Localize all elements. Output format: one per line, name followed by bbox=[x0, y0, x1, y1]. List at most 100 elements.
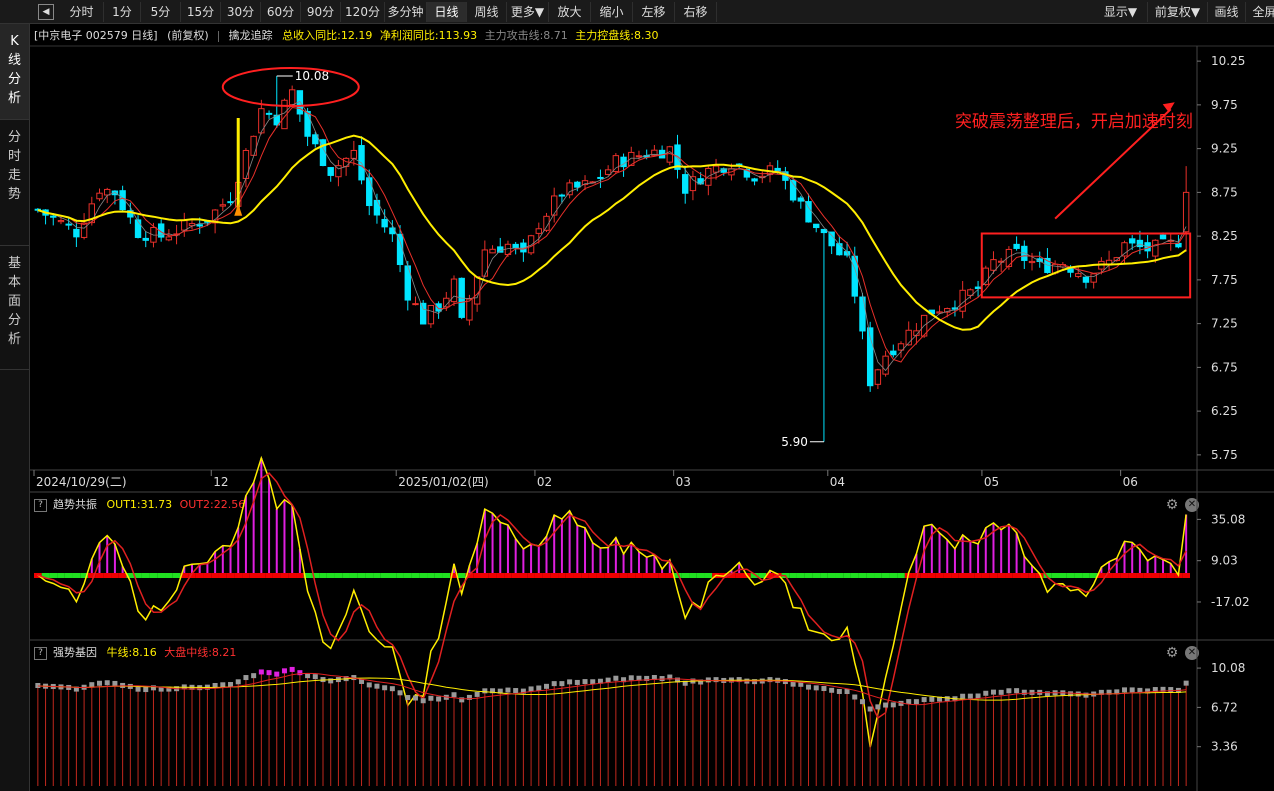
osc-state-cell bbox=[542, 573, 551, 578]
osc-state-cell bbox=[642, 573, 651, 578]
candle-body bbox=[173, 233, 180, 236]
toolbar-button-0[interactable]: 分时 bbox=[60, 2, 104, 22]
gene-marker bbox=[1091, 691, 1097, 697]
indicator-name[interactable]: 擒龙追踪 bbox=[229, 29, 273, 42]
help-icon[interactable]: ? bbox=[34, 498, 47, 512]
osc-state-cell bbox=[1058, 573, 1067, 578]
gene-marker bbox=[312, 674, 318, 680]
x-tick-label: 05 bbox=[984, 475, 999, 489]
osc-state-cell bbox=[588, 573, 597, 578]
osc-state-cell bbox=[64, 573, 73, 578]
toolbar-button-11[interactable]: 更多▼ bbox=[507, 2, 549, 22]
gene-marker bbox=[220, 682, 226, 688]
osc-state-cell bbox=[558, 573, 566, 578]
candle-body bbox=[142, 237, 149, 241]
toolbar-right-button-2[interactable]: 画线 bbox=[1208, 2, 1246, 22]
gene-marker bbox=[644, 675, 650, 681]
candle-body bbox=[73, 228, 80, 238]
toolbar-right-button-1[interactable]: 前复权▼ bbox=[1148, 2, 1208, 22]
candle-body bbox=[450, 278, 458, 303]
gene-marker bbox=[690, 678, 696, 684]
gene-marker bbox=[135, 686, 141, 692]
toolbar-button-15[interactable]: 右移 bbox=[675, 2, 717, 22]
close-icon[interactable]: ✕ bbox=[1185, 646, 1199, 660]
candle-body bbox=[111, 190, 119, 196]
candle-body bbox=[504, 243, 512, 256]
gene-marker bbox=[443, 694, 449, 700]
candle-body bbox=[466, 298, 473, 321]
candle-body bbox=[196, 224, 203, 227]
osc-state-cell bbox=[789, 573, 797, 578]
toolbar-button-2[interactable]: 5分 bbox=[141, 2, 181, 22]
candle-body bbox=[1044, 257, 1051, 273]
osc-state-cell bbox=[843, 573, 851, 578]
candle-body bbox=[913, 330, 920, 336]
toolbar-right-button-3[interactable]: 全屏 bbox=[1246, 2, 1274, 22]
toolbar-button-10[interactable]: 周线 bbox=[467, 2, 507, 22]
gear-icon[interactable]: ⚙ bbox=[1164, 497, 1180, 513]
candle-body bbox=[635, 155, 643, 158]
osc-state-cell bbox=[334, 573, 343, 578]
candle-body bbox=[728, 168, 735, 176]
toolbar-button-8[interactable]: 多分钟 bbox=[385, 2, 427, 22]
gene-marker bbox=[258, 669, 264, 675]
toolbar-button-9[interactable]: 日线 bbox=[427, 2, 467, 22]
signal-bar bbox=[236, 118, 240, 215]
gene-marker bbox=[613, 675, 619, 681]
osc-state-cell bbox=[419, 573, 428, 578]
gene-marker bbox=[883, 702, 889, 708]
gene-marker bbox=[1106, 689, 1112, 695]
toolbar-button-3[interactable]: 15分 bbox=[181, 2, 221, 22]
gene-marker bbox=[559, 681, 565, 687]
toolbar-right-button-0[interactable]: 显示▼ bbox=[1094, 2, 1148, 22]
gene-marker bbox=[806, 684, 812, 690]
osc-state-cell bbox=[958, 573, 967, 578]
sidebar-tab-2[interactable]: 基本面分析 bbox=[0, 246, 29, 370]
close-icon[interactable]: ✕ bbox=[1185, 498, 1199, 512]
gene-marker bbox=[1044, 691, 1050, 697]
osc-state-cell bbox=[1112, 573, 1121, 578]
osc-state-cell bbox=[573, 573, 582, 578]
candle-body bbox=[1036, 258, 1043, 262]
gene-marker bbox=[305, 673, 311, 679]
osc-state-cell bbox=[1043, 573, 1052, 578]
toolbar-button-4[interactable]: 30分 bbox=[221, 2, 261, 22]
back-icon[interactable]: ◀ bbox=[38, 4, 54, 20]
candle-body bbox=[327, 167, 334, 176]
osc-state-cell bbox=[796, 573, 805, 578]
toolbar-button-5[interactable]: 60分 bbox=[261, 2, 301, 22]
toolbar-button-14[interactable]: 左移 bbox=[633, 2, 675, 22]
toolbar-button-1[interactable]: 1分 bbox=[104, 2, 141, 22]
gene-marker bbox=[513, 688, 519, 694]
gene-marker bbox=[35, 683, 41, 689]
osc-state-cell bbox=[118, 573, 127, 578]
gene-marker bbox=[960, 693, 966, 699]
osc-state-cell bbox=[619, 573, 628, 578]
osc-state-cell bbox=[951, 573, 959, 578]
osc-state-cell bbox=[480, 573, 489, 578]
sidebar-tab-0[interactable]: K线分析 bbox=[0, 24, 29, 120]
gene-marker bbox=[628, 675, 634, 681]
candle-body bbox=[88, 203, 95, 224]
toolbar-button-12[interactable]: 放大 bbox=[549, 2, 591, 22]
sidebar-tab-1[interactable]: 分时走势 bbox=[0, 120, 29, 246]
osc-state-cell bbox=[696, 573, 705, 578]
gene-marker bbox=[767, 677, 773, 683]
toolbar-button-13[interactable]: 缩小 bbox=[591, 2, 633, 22]
candle-body bbox=[181, 220, 188, 231]
toolbar-button-6[interactable]: 90分 bbox=[301, 2, 341, 22]
toolbar-button-7[interactable]: 120分 bbox=[341, 2, 385, 22]
gear-icon[interactable]: ⚙ bbox=[1164, 645, 1180, 661]
gene-marker bbox=[1121, 687, 1127, 693]
candle-body bbox=[312, 134, 319, 145]
gene-marker bbox=[328, 678, 334, 684]
osc-panel-title: ? 趋势共振 OUT1:31.73 OUT2:22.56 bbox=[34, 497, 245, 513]
osc-state-cell bbox=[1051, 573, 1059, 578]
help-icon[interactable]: ? bbox=[34, 646, 47, 660]
osc-state-cell bbox=[488, 573, 497, 578]
candle-body bbox=[50, 215, 57, 218]
x-tick-label: 02 bbox=[537, 475, 552, 489]
gene-marker bbox=[759, 678, 765, 684]
candle-body bbox=[689, 176, 697, 192]
candle-body bbox=[774, 167, 781, 172]
